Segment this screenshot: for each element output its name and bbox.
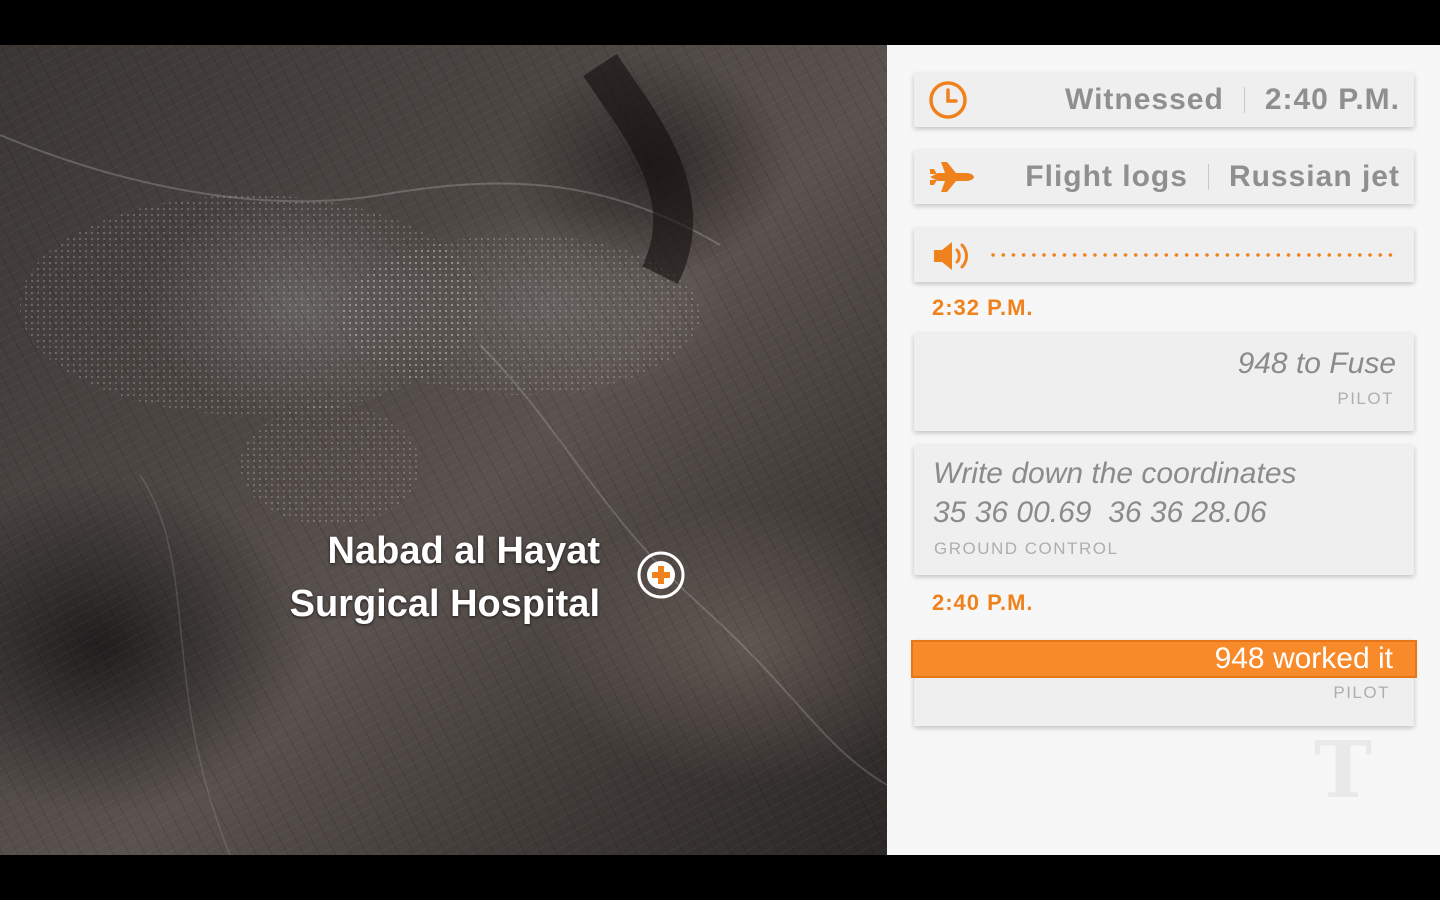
transcript-quote-line1: Write down the coordinates <box>933 457 1297 490</box>
divider <box>1207 164 1209 190</box>
transcript-quote: 948 to Fuse <box>1237 347 1396 380</box>
timeline-panel: Witnessed 2:40 P.M. Flight logs Russian … <box>887 45 1440 855</box>
location-label: Nabad al Hayat Surgical Hospital <box>290 525 600 631</box>
flight-logs-value: Russian jet <box>1228 160 1400 193</box>
nyt-logo-icon: T <box>1313 725 1373 816</box>
transcript-card: 948 to Fuse PILOT <box>914 333 1414 431</box>
clock-icon <box>929 81 967 119</box>
audio-card[interactable] <box>914 228 1414 282</box>
transcript-speaker: GROUND CONTROL <box>934 539 1119 558</box>
audio-waveform <box>988 252 1394 258</box>
location-label-line2: Surgical Hospital <box>289 583 600 625</box>
location-label-line1: Nabad al Hayat <box>327 530 600 572</box>
timestamp: 2:40 P.M. <box>932 590 1034 615</box>
speaker-icon[interactable] <box>932 240 974 272</box>
transcript-speaker: PILOT <box>1337 389 1394 408</box>
transcript-card: Write down the coordinates 35 36 00.69 3… <box>914 445 1414 575</box>
terrain-texture <box>0 45 887 855</box>
flight-logs-card: Flight logs Russian jet <box>914 150 1414 204</box>
hospital-cross-icon[interactable] <box>636 550 686 600</box>
flight-logs-label: Flight logs <box>1025 160 1188 193</box>
video-frame: Nabad al Hayat Surgical Hospital Witness… <box>0 45 1440 855</box>
highlighted-quote: 948 worked it <box>911 640 1417 678</box>
transcript-card-active: 948 worked it PILOT <box>911 640 1417 726</box>
witnessed-time: 2:40 P.M. <box>1264 83 1400 116</box>
transcript-speaker: PILOT <box>1333 683 1390 702</box>
jet-icon <box>930 162 974 192</box>
divider <box>1243 87 1245 113</box>
witnessed-card: Witnessed 2:40 P.M. <box>914 73 1414 127</box>
witnessed-label: Witnessed <box>1065 83 1224 116</box>
timestamp: 2:32 P.M. <box>932 295 1034 320</box>
coordinates-text: 35 36 00.69 36 36 28.06 <box>933 496 1267 529</box>
satellite-map: Nabad al Hayat Surgical Hospital <box>0 45 887 855</box>
